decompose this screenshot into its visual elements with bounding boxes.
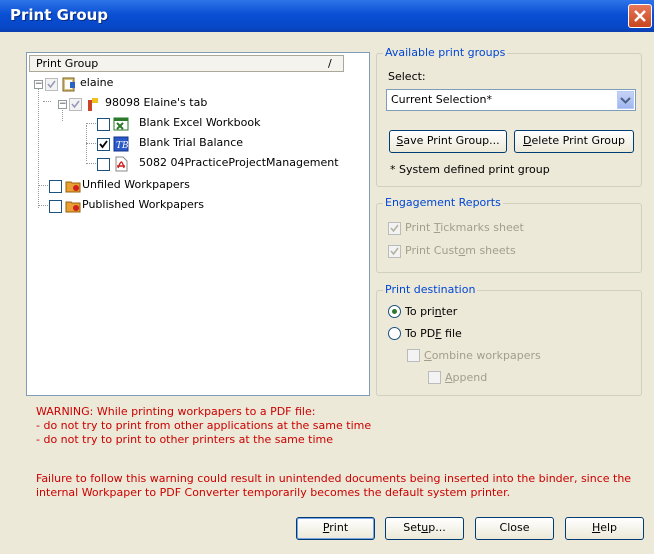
- group-legend: Print destination: [383, 283, 478, 296]
- to-pdf-radio[interactable]: [388, 327, 401, 340]
- delete-accel: D: [523, 134, 532, 147]
- close-label: Close: [499, 521, 530, 534]
- tree-node-label: elaine: [80, 76, 114, 89]
- save-print-group-button[interactable]: Save Print Group...: [389, 130, 507, 153]
- tree-node-label: Blank Trial Balance: [139, 136, 244, 149]
- tree-node-published[interactable]: Published Workpapers: [27, 197, 357, 215]
- warning-line: WARNING: While printing workpapers to a …: [36, 405, 316, 418]
- collapse-toggle[interactable]: −: [58, 100, 67, 109]
- engagement-reports-group: Engagement Reports: [376, 196, 642, 273]
- tree-checkbox[interactable]: [69, 98, 82, 111]
- svg-text:TB: TB: [116, 141, 129, 151]
- binder-icon: [62, 77, 75, 92]
- help-button[interactable]: Help: [565, 517, 644, 540]
- tree-node-label: 98098 Elaine's tab: [105, 96, 208, 109]
- to-printer-radio[interactable]: [388, 305, 401, 318]
- tree-checkbox[interactable]: [45, 78, 58, 91]
- to-printer-label: To printer: [405, 305, 458, 318]
- close-button[interactable]: Close: [475, 517, 554, 540]
- setup-label-rest: p...: [428, 521, 446, 534]
- window-title: Print Group: [10, 6, 109, 24]
- close-icon: [634, 10, 646, 22]
- tree-header-label: Print Group: [36, 57, 99, 70]
- folder-icon: [65, 181, 81, 193]
- title-bar[interactable]: Print Group: [0, 0, 654, 32]
- print-tickmarks-checkbox[interactable]: [388, 222, 401, 235]
- select-label: Select:: [388, 70, 426, 83]
- tree-checkbox-checked[interactable]: [97, 138, 110, 151]
- combine-workpapers-checkbox[interactable]: [407, 349, 420, 362]
- tree-node-pdf[interactable]: 5082 04PracticeProjectManagement: [27, 155, 357, 173]
- print-tickmarks-label: Print Tickmarks sheet: [405, 221, 524, 234]
- warning-line: - do not try to print from other applica…: [36, 419, 372, 432]
- tree-checkbox[interactable]: [49, 200, 62, 213]
- help-label: elp: [600, 521, 618, 534]
- setup-button[interactable]: Setup...: [385, 517, 464, 540]
- select-value: Current Selection*: [391, 93, 493, 106]
- tree-header-sort: /: [328, 57, 332, 70]
- combine-workpapers-label: Combine workpapers: [424, 349, 541, 362]
- chevron-down-icon[interactable]: [617, 91, 634, 109]
- warning-line: Failure to follow this warning could res…: [36, 472, 632, 485]
- pdf-icon: [115, 156, 128, 172]
- warning-line: - do not try to print to other printers …: [36, 433, 334, 446]
- print-button[interactable]: Print: [296, 517, 375, 540]
- print-custom-label: Print Custom sheets: [405, 244, 516, 257]
- collapse-toggle[interactable]: −: [34, 80, 43, 89]
- excel-icon: [113, 117, 129, 131]
- tree-node-excel[interactable]: Blank Excel Workbook: [27, 115, 357, 133]
- print-custom-checkbox[interactable]: [388, 245, 401, 258]
- tree-checkbox[interactable]: [97, 118, 110, 131]
- tab-icon: [88, 98, 98, 111]
- group-legend: Available print groups: [383, 46, 508, 59]
- delete-print-group-button[interactable]: Delete Print Group: [514, 130, 634, 153]
- tree-node-trial-balance[interactable]: TB Blank Trial Balance: [27, 135, 357, 153]
- system-defined-note: * System defined print group: [390, 163, 550, 176]
- setup-label: Set: [403, 521, 422, 534]
- tree-node-label: Blank Excel Workbook: [139, 116, 261, 129]
- print-group-tree[interactable]: Print Group / − elaine − 98098 Elaine's …: [26, 52, 370, 396]
- window-close-button[interactable]: [628, 4, 652, 28]
- tree-node-label: 5082 04PracticeProjectManagement: [139, 156, 339, 169]
- delete-label: elete Print Group: [531, 134, 625, 147]
- folder-icon: [65, 201, 81, 213]
- append-label: Append: [445, 371, 488, 384]
- tree-node-label: Unfiled Workpapers: [82, 178, 190, 191]
- trial-balance-icon: TB: [113, 136, 129, 152]
- tree-column-header[interactable]: Print Group /: [29, 55, 344, 72]
- help-accel: H: [591, 521, 601, 534]
- group-legend: Engagement Reports: [383, 196, 503, 209]
- save-label: ave Print Group...: [403, 134, 500, 147]
- tree-node-unfiled[interactable]: Unfiled Workpapers: [27, 177, 357, 195]
- print-label: rint: [329, 521, 349, 534]
- to-pdf-label: To PDF file: [405, 327, 462, 340]
- warning-line: internal Workpaper to PDF Converter temp…: [36, 486, 511, 499]
- tree-node-tab[interactable]: − 98098 Elaine's tab: [27, 95, 357, 113]
- tree-node-root[interactable]: − elaine: [27, 75, 357, 93]
- tree-checkbox[interactable]: [97, 158, 110, 171]
- append-checkbox[interactable]: [428, 371, 441, 384]
- tree-checkbox[interactable]: [49, 180, 62, 193]
- tree-node-label: Published Workpapers: [82, 198, 205, 211]
- print-group-select[interactable]: Current Selection*: [386, 89, 636, 111]
